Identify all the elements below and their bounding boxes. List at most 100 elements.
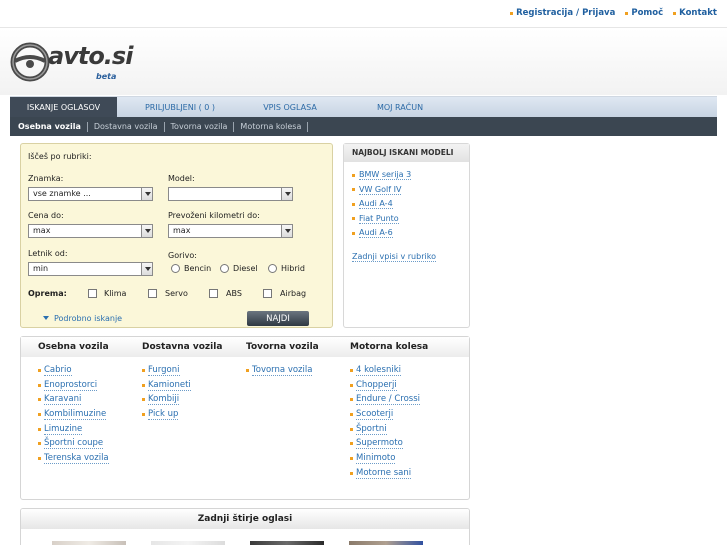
category-motorna-kolesa: Motorna kolesa 4 kolesniki Chopperji End… [350, 337, 428, 481]
bullet-icon [510, 11, 514, 15]
list-item[interactable]: Limuzine [38, 422, 109, 437]
tab-moj-racun[interactable]: MOJ RAČUN [345, 97, 455, 118]
categories-panel: Osebna vozila Cabrio Enoprostorci Karava… [20, 336, 470, 500]
register-login-link[interactable]: Registracija / Prijava [510, 8, 615, 18]
site-logo[interactable]: avto.si beta [10, 39, 133, 85]
subnav-tovorna-vozila[interactable]: Tovorna vozila [165, 121, 235, 132]
popular-models-list: BMW serija 3 VW Golf IV Audi A-4 Fiat Pu… [344, 162, 469, 241]
list-item[interactable]: Kombilimuzine [38, 407, 109, 422]
search-button[interactable]: NAJDI [247, 311, 309, 326]
checkbox-abs[interactable] [209, 289, 218, 298]
checkbox-klima-label: Klima [104, 289, 127, 298]
bullet-icon [350, 456, 353, 460]
cena-select[interactable]: max [28, 224, 153, 238]
list-item[interactable]: Audi A-6 [352, 226, 469, 241]
bullet-icon [673, 11, 677, 15]
category-title: Tovorna vozila [246, 342, 319, 352]
model-label: Model: [168, 174, 195, 183]
category-list: Tovorna vozila [246, 363, 319, 378]
radio-bencin-label: Bencin [184, 264, 212, 273]
list-item[interactable]: Pick up [142, 407, 222, 422]
subnav-osebna-vozila[interactable]: Osebna vozila [18, 121, 88, 132]
model-select[interactable] [168, 187, 293, 201]
bullet-icon [352, 173, 355, 177]
tab-vpis-oglasa[interactable]: VPIS OGLASA [235, 97, 345, 118]
checkbox-klima[interactable] [88, 289, 97, 298]
sub-nav: Osebna vozila Dostavna vozila Tovorna vo… [10, 117, 717, 136]
subnav-motorna-kolesa[interactable]: Motorna kolesa [234, 121, 309, 132]
znamka-select[interactable]: vse znamke ... [28, 187, 153, 201]
bullet-icon [142, 398, 145, 402]
bullet-icon [625, 11, 629, 15]
list-item[interactable]: Tovorna vozila [246, 363, 319, 378]
list-item[interactable]: VW Golf IV [352, 183, 469, 198]
category-list: 4 kolesniki Chopperji Endure / Crossi Sc… [350, 363, 428, 481]
radio-hibrid-label: Hibrid [281, 264, 305, 273]
letnik-label: Letnik od: [28, 249, 68, 258]
list-item[interactable]: Scooterji [350, 407, 428, 422]
list-item[interactable]: Supermoto [350, 436, 428, 451]
list-item[interactable]: Chopperji [350, 378, 428, 393]
listing-thumbnail[interactable] [52, 541, 126, 545]
list-item[interactable]: Furgoni [142, 363, 222, 378]
list-item[interactable]: Audi A-4 [352, 197, 469, 212]
bullet-icon [350, 398, 353, 402]
list-item[interactable]: Športni [350, 422, 428, 437]
list-item[interactable]: Karavani [38, 392, 109, 407]
list-item[interactable]: Cabrio [38, 363, 109, 378]
category-osebna-vozila: Osebna vozila Cabrio Enoprostorci Karava… [38, 337, 109, 466]
logo-text: avto.si [48, 42, 133, 70]
list-item[interactable]: Fiat Punto [352, 212, 469, 227]
bullet-icon [350, 471, 353, 475]
list-item[interactable]: Športni coupe [38, 436, 109, 451]
bullet-icon [142, 368, 145, 372]
logo-beta: beta [96, 72, 117, 81]
list-item[interactable]: Endure / Crossi [350, 392, 428, 407]
listing-thumbnail[interactable] [151, 541, 225, 545]
radio-bencin[interactable] [171, 264, 180, 273]
list-item[interactable]: Kombiji [142, 392, 222, 407]
chevron-down-icon [281, 225, 292, 237]
radio-hibrid[interactable] [268, 264, 277, 273]
list-item[interactable]: Terenska vozila [38, 451, 109, 466]
checkbox-airbag-label: Airbag [280, 289, 307, 298]
bullet-icon [142, 383, 145, 387]
chevron-down-icon [281, 188, 292, 200]
list-item[interactable]: Motorne sani [350, 466, 428, 481]
checkbox-airbag[interactable] [263, 289, 272, 298]
category-list: Furgoni Kamioneti Kombiji Pick up [142, 363, 222, 422]
list-item[interactable]: BMW serija 3 [352, 168, 469, 183]
last-four-listings-panel: Zadnji štirje oglasi [20, 508, 470, 545]
list-item[interactable]: Kamioneti [142, 378, 222, 393]
popular-models-panel: NAJBOLJ ISKANI MODELI BMW serija 3 VW Go… [343, 143, 470, 328]
tab-iskanje-oglasov[interactable]: ISKANJE OGLASOV [10, 97, 117, 118]
bullet-icon [246, 368, 249, 372]
bullet-icon [38, 383, 41, 387]
list-item[interactable]: Minimoto [350, 451, 428, 466]
listing-thumbnail[interactable] [349, 541, 423, 545]
bullet-icon [38, 368, 41, 372]
bullet-icon [350, 442, 353, 446]
last-four-heading: Zadnji štirje oglasi [21, 509, 469, 529]
tab-priljubljeni[interactable]: PRILJUBLJENI ( 0 ) [125, 97, 235, 118]
gorivo-label: Gorivo: [168, 251, 197, 260]
bullet-icon [142, 412, 145, 416]
advanced-search-link[interactable]: Podrobno iskanje [54, 314, 122, 323]
letnik-select[interactable]: min [28, 262, 153, 276]
listing-thumbnail[interactable] [250, 541, 324, 545]
subnav-dostavna-vozila[interactable]: Dostavna vozila [88, 121, 165, 132]
main-tabs: ISKANJE OGLASOV PRILJUBLJENI ( 0 ) VPIS … [10, 96, 717, 118]
help-link[interactable]: Pomoč [625, 8, 663, 18]
list-item[interactable]: Enoprostorci [38, 378, 109, 393]
popular-models-heading: NAJBOLJ ISKANI MODELI [344, 144, 469, 162]
list-item[interactable]: 4 kolesniki [350, 363, 428, 378]
radio-diesel[interactable] [220, 264, 229, 273]
km-select[interactable]: max [168, 224, 293, 238]
latest-listings-link[interactable]: Zadnji vpisi v rubriko [352, 252, 436, 262]
search-panel: Iščeš po rubriki: Znamka: vse znamke ...… [20, 143, 333, 328]
bullet-icon [352, 217, 355, 221]
search-heading: Iščeš po rubriki: [28, 152, 92, 161]
bullet-icon [350, 412, 353, 416]
contact-link[interactable]: Kontakt [673, 8, 717, 18]
checkbox-servo[interactable] [148, 289, 157, 298]
